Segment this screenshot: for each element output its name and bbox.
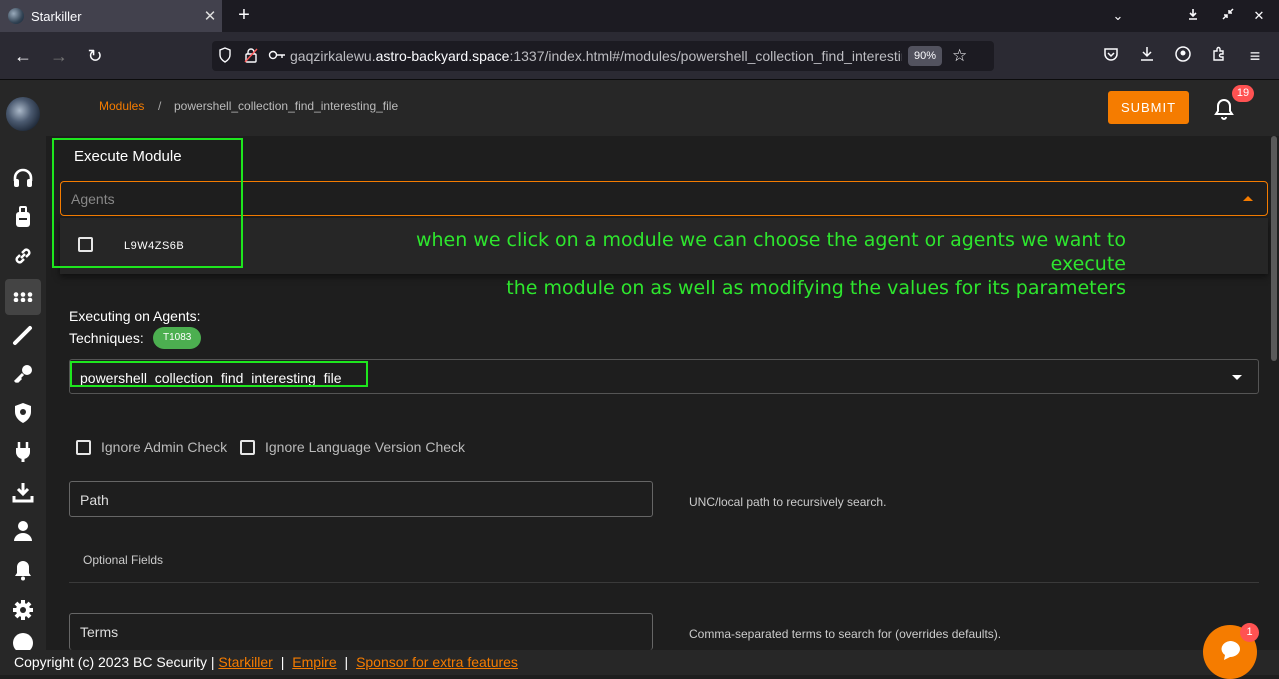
- menu-icon[interactable]: ≡: [1243, 44, 1267, 68]
- starkiller-favicon: [8, 8, 24, 24]
- key-permission-icon[interactable]: [264, 48, 290, 64]
- breadcrumb-modules[interactable]: Modules: [99, 99, 144, 113]
- divider: [69, 582, 1259, 583]
- highlight-box-agents: [52, 138, 243, 268]
- back-icon[interactable]: ←: [11, 44, 35, 68]
- downloads-icon[interactable]: [1135, 44, 1159, 68]
- optional-fields-label: Optional Fields: [83, 553, 164, 567]
- techniques-label: Techniques:: [69, 330, 144, 346]
- highlight-box-module: [70, 361, 368, 387]
- credentials-key-icon[interactable]: [5, 356, 41, 392]
- footer-link-sponsor[interactable]: Sponsor for extra features: [356, 654, 518, 670]
- pocket-icon[interactable]: [1099, 44, 1123, 68]
- ignore-admin-check-label[interactable]: Ignore Admin Check: [101, 439, 227, 455]
- shield-settings-icon[interactable]: [5, 395, 41, 431]
- user-icon[interactable]: [5, 513, 41, 549]
- minimize-icon[interactable]: [1183, 6, 1203, 26]
- annotation-line-1: when we click on a module we can choose …: [415, 229, 1126, 275]
- browser-nav-bar: ← → ↻ gaqzirkalewu.astro-backyard.space:…: [0, 32, 1279, 80]
- footer-link-empire[interactable]: Empire: [292, 654, 336, 670]
- extensions-icon[interactable]: [1207, 44, 1231, 68]
- help-icon[interactable]: [5, 632, 41, 650]
- modules-icon[interactable]: [5, 279, 41, 315]
- download-icon[interactable]: [5, 474, 41, 510]
- footer-link-starkiller[interactable]: Starkiller: [218, 654, 272, 670]
- url-text[interactable]: gaqzirkalewu.astro-backyard.space:1337/i…: [290, 48, 902, 64]
- plug-icon[interactable]: [5, 434, 41, 470]
- annotation-text: when we click on a module we can choose …: [336, 228, 1126, 300]
- browser-tab[interactable]: Starkiller ✕: [0, 0, 222, 32]
- terms-hint: Comma-separated terms to search for (ove…: [689, 627, 1002, 641]
- window-close-icon[interactable]: ✕: [1249, 6, 1269, 26]
- plugins-brush-icon[interactable]: [5, 317, 41, 353]
- terms-label: Terms: [80, 624, 119, 640]
- annotation-line-2: the module on as well as modifying the v…: [506, 277, 1126, 299]
- caret-up-icon[interactable]: [1243, 196, 1253, 201]
- footer-separator: |: [344, 654, 349, 670]
- agents-icon[interactable]: [5, 199, 41, 235]
- forward-icon[interactable]: →: [47, 44, 71, 68]
- notifications-icon[interactable]: [5, 552, 41, 588]
- tab-list-icon[interactable]: ⌄: [1108, 6, 1128, 26]
- tab-title: Starkiller: [31, 8, 82, 24]
- notification-count-badge: 19: [1232, 85, 1254, 102]
- browser-tab-bar: Starkiller ✕ + ⌄ ✕: [0, 0, 1279, 32]
- shield-icon[interactable]: [212, 46, 238, 66]
- footer: Copyright (c) 2023 BC Security | Starkil…: [0, 650, 1279, 675]
- url-bar[interactable]: gaqzirkalewu.astro-backyard.space:1337/i…: [212, 41, 994, 71]
- page-scrollbar[interactable]: [1271, 136, 1277, 361]
- breadcrumb-separator: /: [158, 99, 162, 113]
- ignore-language-version-checkbox[interactable]: [240, 440, 255, 455]
- ignore-language-version-label[interactable]: Ignore Language Version Check: [265, 439, 465, 455]
- submit-button[interactable]: SUBMIT: [1108, 91, 1189, 124]
- caret-down-icon[interactable]: [1232, 375, 1242, 380]
- path-hint: UNC/local path to recursively search.: [689, 495, 887, 509]
- insecure-lock-icon[interactable]: [238, 47, 264, 66]
- chat-badge: 1: [1240, 623, 1259, 642]
- app-header: Modules / powershell_collection_find_int…: [46, 80, 1279, 136]
- reload-icon[interactable]: ↻: [83, 44, 107, 68]
- path-label: Path: [80, 492, 109, 508]
- tab-close-icon[interactable]: ✕: [198, 7, 222, 25]
- account-icon[interactable]: [1171, 44, 1195, 68]
- bookmark-star-icon[interactable]: ☆: [952, 46, 967, 66]
- footer-copyright: Copyright (c) 2023 BC Security |: [14, 654, 215, 670]
- terms-input[interactable]: Terms: [69, 613, 653, 650]
- technique-chip[interactable]: T1083: [153, 327, 202, 349]
- breadcrumb-current: powershell_collection_find_interesting_f…: [174, 99, 399, 113]
- new-tab-button[interactable]: +: [232, 4, 256, 28]
- avatar[interactable]: [6, 97, 40, 131]
- restore-icon[interactable]: [1218, 6, 1238, 26]
- link-icon[interactable]: [5, 238, 41, 274]
- sidebar: [0, 80, 46, 650]
- headphones-icon[interactable]: [5, 160, 41, 196]
- path-input[interactable]: Path: [69, 481, 653, 517]
- executing-on-label: Executing on Agents:: [69, 308, 201, 324]
- ignore-admin-check-checkbox[interactable]: [76, 440, 91, 455]
- footer-separator: |: [280, 654, 285, 670]
- bell-icon[interactable]: [1212, 97, 1236, 121]
- zoom-level[interactable]: 90%: [908, 46, 943, 66]
- settings-gear-icon[interactable]: [5, 592, 41, 628]
